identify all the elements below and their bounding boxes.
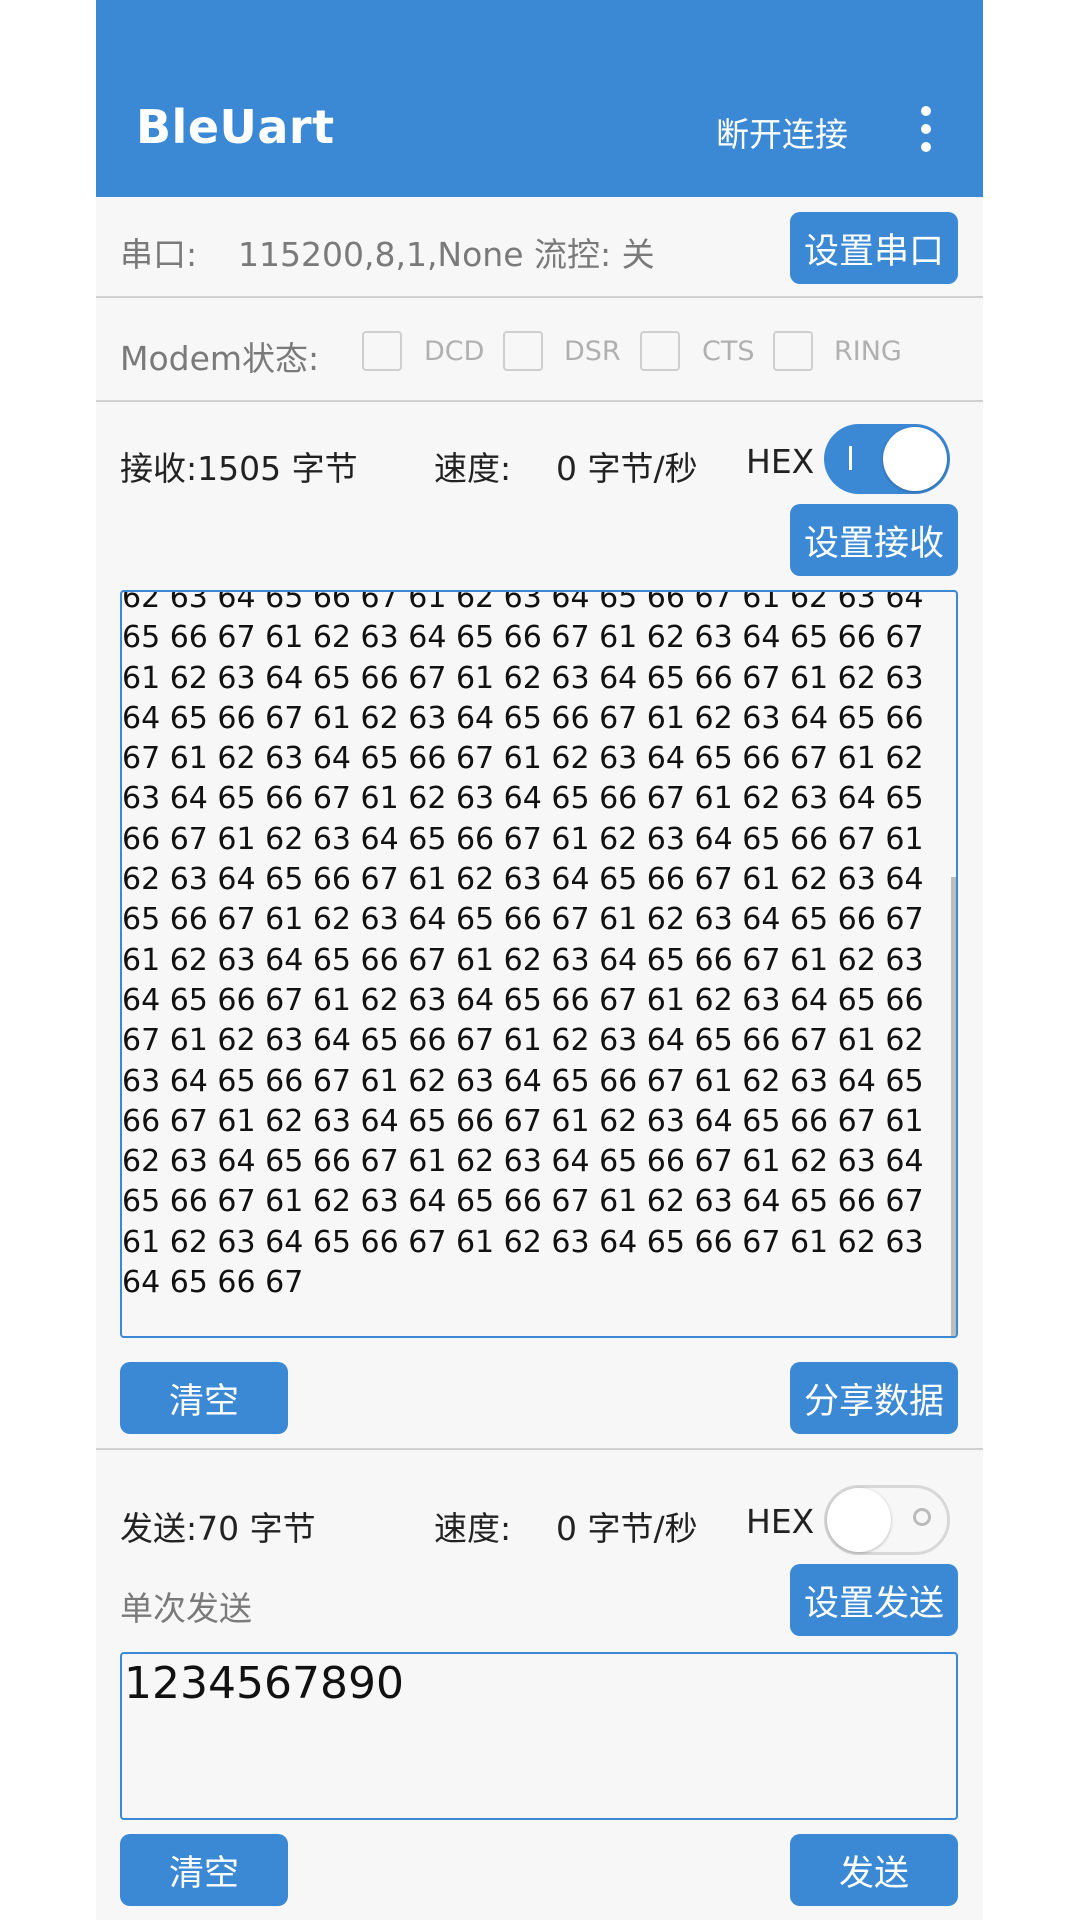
send-button[interactable]: 发送 [790,1834,958,1906]
more-dot [921,142,931,152]
receive-data-line: 67 61 62 63 64 65 66 67 61 62 63 64 65 6… [122,741,924,777]
receive-settings-button[interactable]: 设置接收 [790,504,958,576]
receive-data-line: 62 63 64 65 66 67 61 62 63 64 65 66 67 6… [122,862,924,898]
toggle-knob [883,427,947,491]
toggle-on-mark [849,446,852,470]
receive-data-line: 66 67 61 62 63 64 65 66 67 61 62 63 64 6… [122,821,924,857]
divider [96,400,983,402]
receive-data-line: 63 64 65 66 67 61 62 63 64 65 66 67 61 6… [122,781,924,817]
send-input-value: 1234567890 [124,1658,404,1709]
receive-data-line: 65 66 67 61 62 63 64 65 66 67 61 62 63 6… [122,620,924,656]
send-speed-value: 0 字节/秒 [556,1509,698,1548]
receive-clear-button[interactable]: 清空 [120,1362,288,1434]
dcd-checkbox [362,331,402,371]
receive-data-line: 66 67 61 62 63 64 65 66 67 61 62 63 64 6… [122,1103,924,1139]
app-bar: BleUart 断开连接 [96,0,983,197]
divider [96,296,983,298]
receive-data-line: 64 65 66 67 [122,1265,304,1301]
receive-data-line: 65 66 67 61 62 63 64 65 66 67 61 62 63 6… [122,902,924,938]
receive-speed-label: 速度: [434,449,512,488]
cts-checkbox [640,331,680,371]
receive-data-line: 61 62 63 64 65 66 67 61 62 63 64 65 66 6… [122,1224,924,1260]
dsr-label: DSR [564,336,621,367]
serial-value: 115200,8,1,None 流控: 关 [238,235,655,274]
receive-data-line: 61 62 63 64 65 66 67 61 62 63 64 65 66 6… [122,660,924,696]
share-data-button[interactable]: 分享数据 [790,1362,958,1434]
receive-scrollbar[interactable] [951,877,956,1336]
receive-data-line: 67 61 62 63 64 65 66 67 61 62 63 64 65 6… [122,1023,924,1059]
send-hex-toggle[interactable] [824,1485,950,1555]
divider [96,1448,983,1450]
send-input[interactable]: 1234567890 [120,1652,958,1820]
receive-data-line: 64 65 66 67 61 62 63 64 65 66 67 61 62 6… [122,982,924,1018]
receive-data-box[interactable]: 62 63 64 65 66 67 61 62 63 64 65 66 67 6… [120,590,958,1338]
app-screen: BleUart 断开连接 串口: 115200,8,1,None 流控: 关 设… [96,0,983,1920]
more-dot [921,106,931,116]
receive-data-line: 62 63 64 65 66 67 61 62 63 64 65 66 67 6… [122,1144,924,1180]
disconnect-button[interactable]: 断开连接 [716,108,848,156]
serial-label: 串口: [120,235,198,274]
send-clear-button[interactable]: 清空 [120,1834,288,1906]
receive-data-line: 65 66 67 61 62 63 64 65 66 67 61 62 63 6… [122,1184,924,1220]
send-mode-label: 单次发送 [120,1589,252,1628]
dsr-checkbox [503,331,543,371]
more-dot [921,124,931,134]
modem-status-label: Modem状态: [120,339,320,378]
cts-label: CTS [702,336,755,367]
receive-hex-toggle[interactable] [824,424,950,494]
toggle-off-mark [913,1508,931,1526]
app-title: BleUart [136,100,335,154]
ring-checkbox [773,331,813,371]
send-hex-label: HEX [746,1502,815,1541]
ring-label: RING [834,336,902,367]
send-settings-button[interactable]: 设置发送 [790,1564,958,1636]
receive-data-line: 61 62 63 64 65 66 67 61 62 63 64 65 66 6… [122,942,924,978]
receive-hex-label: HEX [746,442,815,481]
dcd-label: DCD [424,336,485,367]
send-count: 发送:70 字节 [120,1509,316,1548]
toggle-knob [827,1488,891,1552]
receive-speed-value: 0 字节/秒 [556,449,698,488]
receive-count: 接收:1505 字节 [120,449,358,488]
more-vert-icon[interactable] [918,106,934,152]
serial-settings-button[interactable]: 设置串口 [790,212,958,284]
receive-data-line: 64 65 66 67 61 62 63 64 65 66 67 61 62 6… [122,700,924,736]
receive-data-text: 62 63 64 65 66 67 61 62 63 64 65 66 67 6… [122,590,942,1303]
receive-data-line: 62 63 64 65 66 67 61 62 63 64 65 66 67 6… [122,590,924,615]
send-speed-label: 速度: [434,1509,512,1548]
receive-data-line: 63 64 65 66 67 61 62 63 64 65 66 67 61 6… [122,1063,924,1099]
